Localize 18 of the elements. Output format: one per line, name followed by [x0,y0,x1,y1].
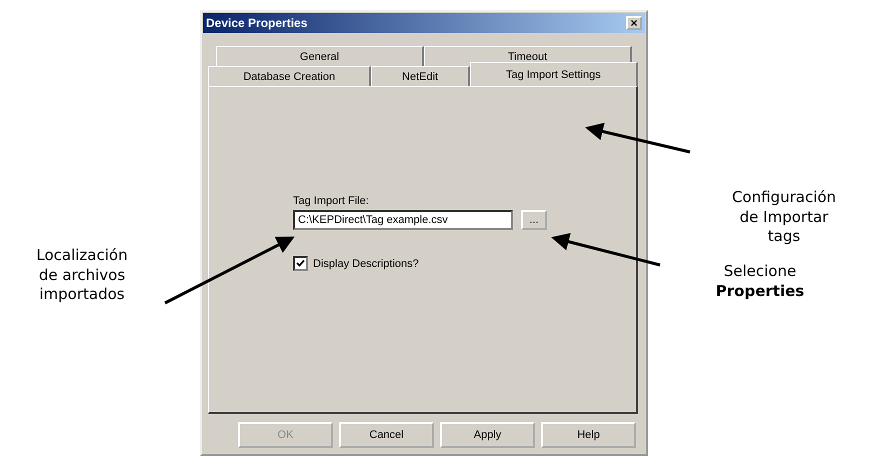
tab[interactable]: Database Creation [208,66,372,86]
checkbox[interactable] [293,256,308,271]
tab[interactable]: NetEdit [371,66,470,86]
annotation-text: Localización de archivos importados [35,246,129,304]
checkbox-label[interactable]: Display Descriptions? [313,258,419,270]
file-path-field[interactable]: C:\KEPDirect\Tag example.csv [293,210,513,230]
dialog-button[interactable]: Cancel [339,422,434,448]
dialog-button[interactable]: Help [541,422,636,448]
annotation-text: Configuración de Importar tags [730,188,838,246]
browse-button[interactable]: ... [521,210,547,230]
field-label: Tag Import File: [293,195,370,207]
check-icon [296,259,305,268]
close-button[interactable]: × [626,16,642,30]
tab[interactable]: Tag Import Settings [470,62,638,86]
window-title: Device Properties [206,16,308,30]
annotation-text: Selecione Properties [714,262,806,301]
tab[interactable]: General [216,46,424,66]
dialog-button[interactable]: Apply [440,422,535,448]
